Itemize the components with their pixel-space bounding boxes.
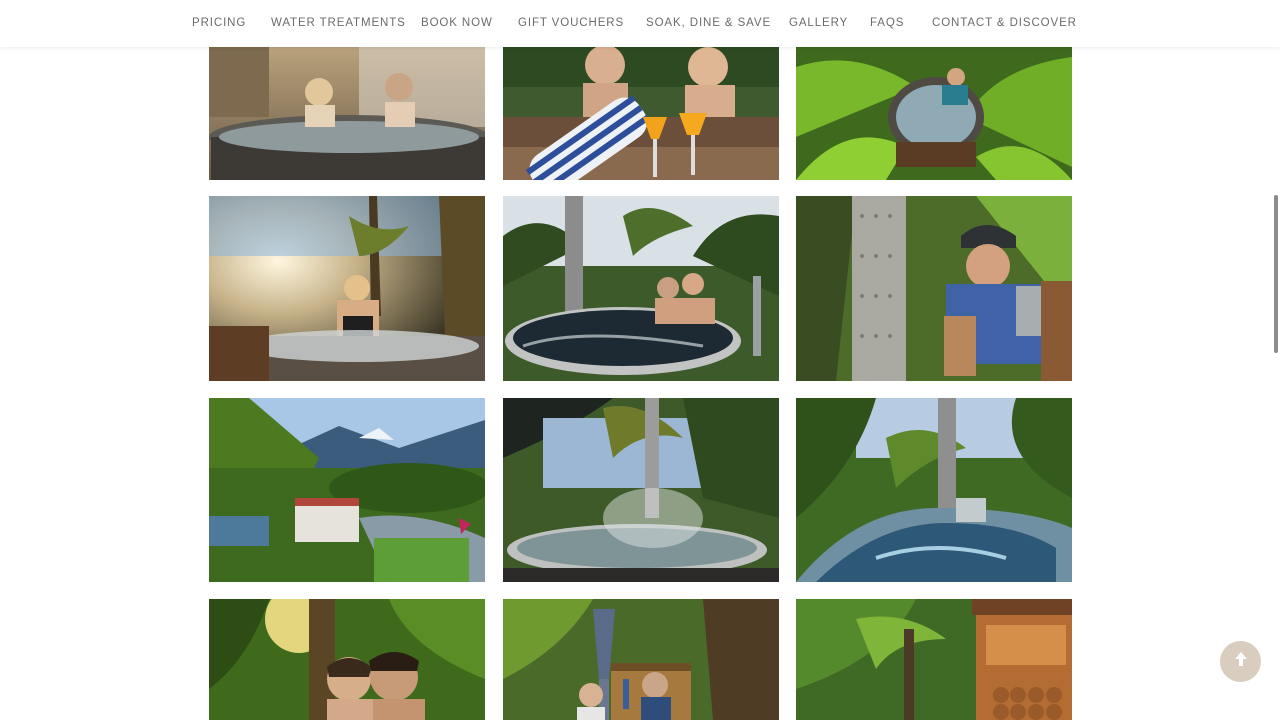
gallery-photo[interactable] <box>796 599 1072 720</box>
gallery-photo[interactable] <box>209 47 485 180</box>
gallery-photo[interactable] <box>796 196 1072 381</box>
nav-faqs[interactable]: FAQS <box>870 17 904 29</box>
gallery-photo[interactable] <box>796 398 1072 582</box>
arrow-up-icon <box>1232 650 1250 673</box>
nav-water-treatments[interactable]: WATER TREATMENTS <box>271 17 406 29</box>
gallery-photo[interactable] <box>796 47 1072 180</box>
nav-gift-vouchers[interactable]: GIFT VOUCHERS <box>518 17 624 29</box>
gallery-photo[interactable] <box>503 47 779 180</box>
nav-soak-dine-save[interactable]: SOAK, DINE & SAVE <box>646 17 771 29</box>
scrollbar-thumb[interactable] <box>1274 195 1278 353</box>
nav-book-now[interactable]: BOOK NOW <box>421 17 493 29</box>
photo-gallery <box>0 0 1280 720</box>
gallery-photo[interactable] <box>503 398 779 582</box>
top-navigation: PRICING WATER TREATMENTS BOOK NOW GIFT V… <box>0 0 1280 47</box>
gallery-photo[interactable] <box>209 599 485 720</box>
page-scrollbar[interactable] <box>1272 0 1280 720</box>
gallery-photo[interactable] <box>209 398 485 582</box>
gallery-photo[interactable] <box>503 196 779 381</box>
scroll-to-top-button[interactable] <box>1220 641 1261 682</box>
gallery-photo[interactable] <box>503 599 779 720</box>
gallery-photo[interactable] <box>209 196 485 381</box>
nav-gallery[interactable]: GALLERY <box>789 17 848 29</box>
nav-contact-discover[interactable]: CONTACT & DISCOVER <box>932 17 1077 29</box>
nav-pricing[interactable]: PRICING <box>192 17 246 29</box>
